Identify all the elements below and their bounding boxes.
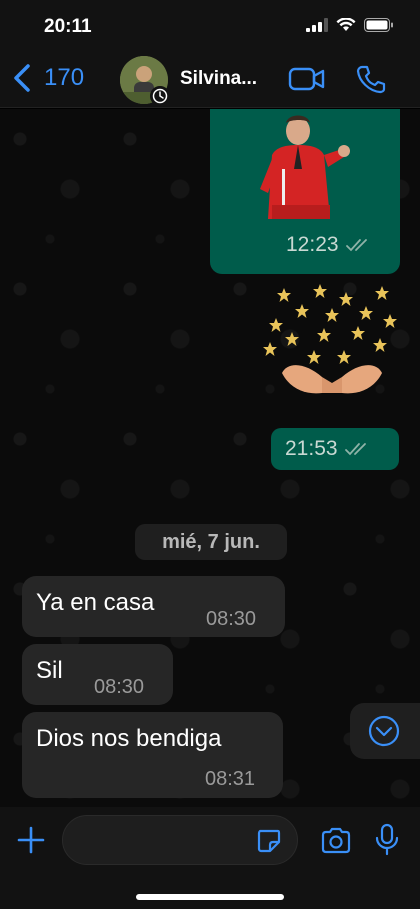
wifi-icon xyxy=(336,18,356,31)
microphone-icon xyxy=(375,823,399,856)
message-meta: 21:53 xyxy=(285,437,372,461)
chevron-down-icon xyxy=(368,715,400,747)
person-sticker xyxy=(260,115,350,219)
message-time: 08:31 xyxy=(205,768,256,790)
incoming-message[interactable]: Ya en casa 08:30 xyxy=(22,576,285,637)
status-icons xyxy=(306,18,394,32)
status-time: 20:11 xyxy=(44,16,92,37)
camera-button[interactable] xyxy=(320,827,352,860)
battery-icon xyxy=(364,18,393,32)
plus-icon xyxy=(17,826,45,854)
double-check-icon xyxy=(344,443,366,456)
outgoing-sticker-time: 21:53 xyxy=(271,428,399,470)
incoming-message[interactable]: Sil 08:30 xyxy=(22,644,173,705)
message-time: 08:30 xyxy=(94,676,145,698)
message-time: 08:30 xyxy=(206,608,257,630)
back-chevron-icon xyxy=(14,64,30,92)
message-meta: 12:23 xyxy=(286,233,373,257)
incoming-message[interactable]: Dios nos bendiga 08:31 xyxy=(22,712,283,798)
sticker-button[interactable] xyxy=(256,828,282,859)
back-button[interactable]: 170 xyxy=(12,60,84,96)
video-call-icon xyxy=(288,67,325,91)
scroll-to-bottom-button[interactable] xyxy=(350,703,420,759)
message-input-bar xyxy=(0,807,420,909)
message-text: Ya en casa xyxy=(36,589,155,616)
unread-count: 170 xyxy=(44,64,85,91)
date-separator: mié, 7 jun. xyxy=(135,524,287,560)
contact-name[interactable]: Silvina... xyxy=(180,68,257,90)
video-call-button[interactable] xyxy=(288,66,326,97)
chat-area[interactable]: 12:23 21:53 mié, 7 jun. Ya en casa 08:30… xyxy=(0,109,420,807)
sticker-icon xyxy=(257,829,281,853)
home-indicator xyxy=(136,894,284,900)
camera-icon xyxy=(321,827,351,854)
message-text: Sil xyxy=(36,657,63,684)
attach-button[interactable] xyxy=(16,825,46,860)
phone-icon xyxy=(356,65,386,94)
message-time: 12:23 xyxy=(286,233,339,256)
double-check-icon xyxy=(345,239,367,252)
microphone-button[interactable] xyxy=(374,823,400,862)
timer-icon xyxy=(152,88,168,104)
signal-icon xyxy=(306,18,328,32)
status-bar: 20:11 xyxy=(0,0,420,50)
voice-call-button[interactable] xyxy=(356,64,386,99)
message-text: Dios nos bendiga xyxy=(36,725,222,752)
chat-header: 170 Silvina... xyxy=(0,50,420,108)
stars-hands-sticker[interactable] xyxy=(262,281,402,399)
outgoing-sticker-message[interactable]: 12:23 xyxy=(210,109,400,274)
status-badge xyxy=(150,86,170,106)
message-time: 21:53 xyxy=(285,437,338,460)
